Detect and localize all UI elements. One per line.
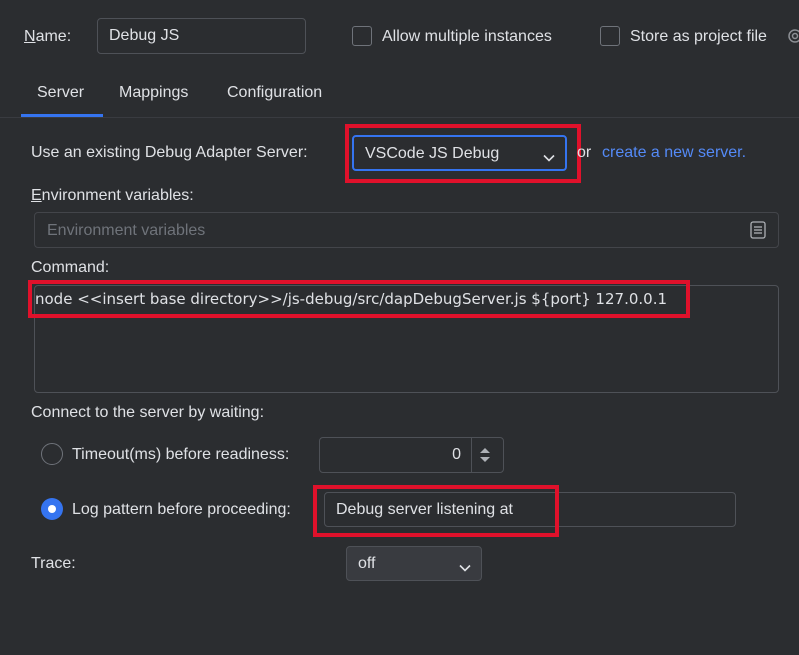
command-label: Command:: [31, 259, 110, 276]
server-select-value: VSCode JS Debug: [365, 145, 500, 162]
use-existing-server-label: Use an existing Debug Adapter Server:: [31, 144, 308, 161]
log-pattern-label: Log pattern before proceeding:: [72, 501, 291, 518]
trace-select[interactable]: off: [346, 546, 482, 581]
allow-multiple-label: Allow multiple instances: [382, 28, 552, 45]
server-select[interactable]: VSCode JS Debug: [352, 135, 567, 171]
timeout-label: Timeout(ms) before readiness:: [72, 446, 290, 463]
store-project-label: Store as project file: [630, 28, 767, 45]
tabs-divider: [0, 117, 799, 118]
radio-selected-dot: [48, 505, 56, 513]
log-pattern-radio[interactable]: [41, 498, 63, 520]
command-text: node <<insert base directory>>/js-debug/…: [35, 290, 667, 308]
connect-label: Connect to the server by waiting:: [31, 404, 265, 421]
timeout-stepper[interactable]: 0: [319, 437, 504, 473]
gear-icon[interactable]: [785, 26, 799, 46]
stepper-arrows-icon[interactable]: [478, 446, 492, 469]
env-vars-input[interactable]: Environment variables: [34, 212, 779, 248]
create-new-server-link[interactable]: create a new server.: [602, 144, 746, 162]
timeout-radio[interactable]: [41, 443, 63, 465]
chevron-down-icon: [459, 559, 471, 577]
timeout-value: 0: [452, 446, 461, 463]
tab-server[interactable]: Server: [37, 84, 84, 102]
tab-mappings[interactable]: Mappings: [119, 84, 188, 102]
stepper-divider: [471, 438, 472, 472]
name-input-value: Debug JS: [109, 27, 180, 44]
trace-label: Trace:: [31, 555, 76, 572]
name-input[interactable]: Debug JS: [97, 18, 306, 54]
tab-configuration[interactable]: Configuration: [227, 84, 322, 102]
env-vars-placeholder: Environment variables: [47, 222, 206, 239]
highlight-box-log-pattern: [313, 485, 559, 537]
env-vars-label: Environment variables:: [31, 187, 194, 204]
store-project-checkbox[interactable]: [600, 26, 620, 46]
chevron-down-icon: [543, 149, 555, 167]
trace-select-value: off: [358, 555, 376, 572]
allow-multiple-checkbox[interactable]: [352, 26, 372, 46]
document-icon[interactable]: [750, 221, 766, 244]
name-label: Name:: [24, 28, 72, 45]
or-text: or: [577, 144, 592, 161]
